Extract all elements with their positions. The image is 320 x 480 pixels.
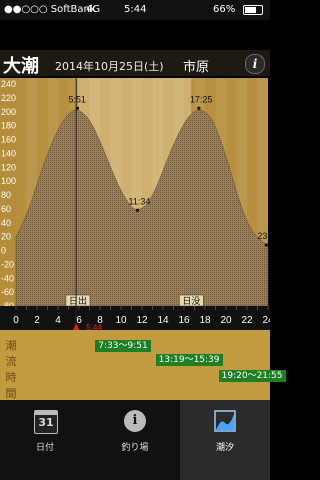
sunrise-label: 日出 <box>69 295 87 307</box>
sunset-label: 日没 <box>182 296 200 307</box>
tab-bar: 31 日付 i 釣り場 潮汐 <box>0 400 270 480</box>
y-tick-label: 140 <box>1 148 16 158</box>
tide-flow-label: 潮流時間 <box>5 339 17 400</box>
extremum-point <box>264 243 269 247</box>
y-tick-label: 0 <box>1 246 6 256</box>
x-tick-label: 20 <box>220 315 232 326</box>
y-tick-label: -40 <box>1 273 14 283</box>
y-tick-label: 20 <box>1 232 11 242</box>
tab-tide-label: 潮汐 <box>215 443 234 453</box>
tab-fishing-spot[interactable]: i 釣り場 <box>90 400 180 480</box>
calendar-icon: 31 <box>34 410 58 434</box>
extremum-label: 23:51 <box>257 231 270 241</box>
tab-date[interactable]: 31 日付 <box>0 400 90 480</box>
y-tick-label: 40 <box>1 218 11 228</box>
y-tick-label: -20 <box>1 259 14 269</box>
extremum-point <box>197 106 201 110</box>
y-tick-label: -60 <box>1 287 14 297</box>
x-tick-label: 6 <box>76 315 82 326</box>
x-tick-label: 10 <box>115 315 127 326</box>
tab-tide[interactable]: 潮汐 <box>180 400 270 480</box>
extremum-label: 17:25 <box>190 94 213 104</box>
tide-flow-segment: 19:20〜21:55 <box>218 370 286 382</box>
x-tick-label: 12 <box>136 315 148 326</box>
y-tick-label: 200 <box>1 107 16 117</box>
extremum-label: 5:51 <box>68 94 86 104</box>
x-tick-label: 24 <box>262 315 270 326</box>
current-time-label: 5:44 <box>86 323 102 330</box>
x-tick-label: 4 <box>55 315 61 326</box>
x-axis-bar <box>0 306 270 310</box>
tide-chart: 240220200180160140120100806040200-20-40-… <box>0 78 270 330</box>
x-tick-label: 14 <box>157 315 169 326</box>
x-tick-label: 18 <box>199 315 211 326</box>
y-tick-label: 100 <box>1 176 16 186</box>
y-tick-label: 120 <box>1 162 16 172</box>
tide-flow-panel: 潮流時間 7:33〜9:51 13:19〜15:39 19:20〜21:55 <box>0 330 286 400</box>
y-tick-label: 220 <box>1 93 16 103</box>
tab-fishing-spot-label: 釣り場 <box>121 443 149 453</box>
x-tick-label: 0 <box>13 315 19 326</box>
tide-flow-segment: 13:19〜15:39 <box>155 354 223 366</box>
extremum-point <box>135 208 140 212</box>
x-tick-label: 22 <box>241 315 253 326</box>
info-icon: i <box>124 410 146 432</box>
y-tick-label: 240 <box>1 79 16 89</box>
y-tick-label: 60 <box>1 204 11 214</box>
y-tick-label: 180 <box>1 121 16 131</box>
x-tick-label: 16 <box>178 315 190 326</box>
extremum-label: 11:34 <box>128 196 150 206</box>
x-tick-label: 2 <box>34 315 40 326</box>
y-tick-label: 80 <box>1 190 11 200</box>
y-tick-label: 160 <box>1 135 16 145</box>
tide-flow-segment: 7:33〜9:51 <box>95 340 151 352</box>
tab-date-label: 日付 <box>35 443 54 453</box>
tide-chart-icon <box>214 410 236 432</box>
